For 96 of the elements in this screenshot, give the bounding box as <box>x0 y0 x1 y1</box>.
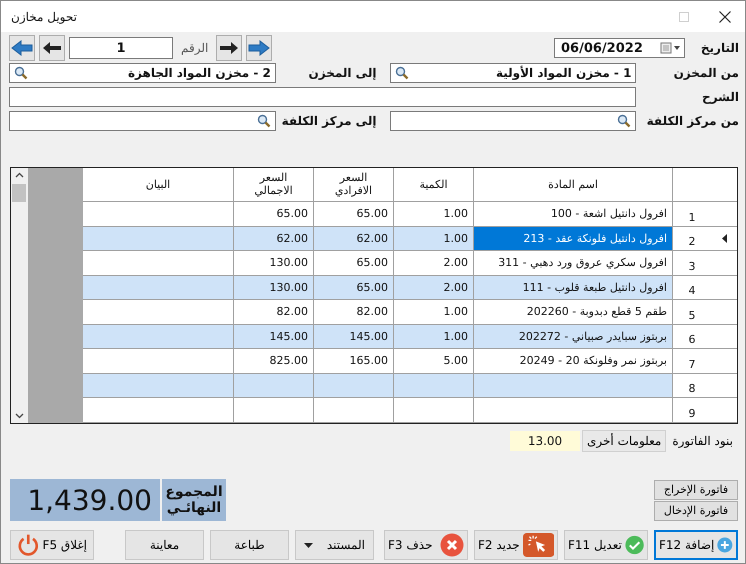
row-number: 4 <box>688 284 696 297</box>
table-cell: 1.00 <box>444 330 468 343</box>
table-cell: 65.00 <box>356 207 388 220</box>
table-cell: 2.00 <box>444 280 468 294</box>
table-row[interactable]: 8 <box>83 374 737 398</box>
tab[interactable]: معلومات أخرى <box>582 430 666 452</box>
row-number: 6 <box>688 333 696 346</box>
table-cell: 165.00 <box>350 354 388 368</box>
action-button[interactable]: حذف F3 <box>384 530 468 560</box>
field-label: إلى المخزن <box>307 66 378 80</box>
column-header: السعر الافرادي <box>314 168 394 201</box>
row-number: 3 <box>688 260 696 272</box>
table-cell: 2.00 <box>444 256 468 270</box>
date-field[interactable]: 06/06/2022 <box>554 38 685 58</box>
column-header: السعر الاجمالي <box>234 168 314 201</box>
table-cell: 65.00 <box>276 207 308 220</box>
calendar-dropdown-icon[interactable] <box>660 42 682 54</box>
row-number: 8 <box>688 382 696 395</box>
table-cell: 65.00 <box>356 256 388 270</box>
table-cell: 111 - افرول دانتيل طبعة قلوب <box>522 280 667 294</box>
lookup-field[interactable]: 1 - مخزن المواد الأولية <box>390 62 636 82</box>
nav-button[interactable] <box>39 35 65 61</box>
row-number: 1 <box>688 210 696 224</box>
action-button[interactable]: طباعة <box>210 530 289 560</box>
table-cell: 1.00 <box>444 305 468 318</box>
table-cell: 202260 - طقم 5 قطع دبدوبة <box>526 305 667 318</box>
arrow-left-icon <box>11 40 33 56</box>
table-cell: 82.00 <box>276 305 308 318</box>
table-cell: 202272 - بربتوز سبايدر صبياني <box>518 330 667 343</box>
table-cell: 20249 - بربتوز نمر وفلونكة 20 <box>520 354 667 368</box>
chevron-down-icon[interactable] <box>14 413 24 419</box>
table-cell: 1.00 <box>444 207 468 220</box>
nav-button[interactable] <box>246 35 272 61</box>
table-cell: 62.00 <box>356 232 388 245</box>
close-icon[interactable] <box>719 10 731 22</box>
row-indicator-icon <box>722 234 726 243</box>
row-number: 5 <box>688 308 696 322</box>
scrollbar[interactable] <box>11 168 28 423</box>
caret-icon <box>304 542 313 548</box>
total-label: المجموع النهائـي <box>162 479 226 521</box>
count-field: 13.00 <box>510 431 580 451</box>
total-value: 1,439.00 <box>10 479 160 521</box>
arrow-right-icon <box>219 41 240 55</box>
table-row[interactable]: 9 <box>83 398 737 422</box>
action-button[interactable]: المستند <box>295 530 374 560</box>
table-cell: 1.00 <box>444 232 468 245</box>
action-button[interactable]: تعديل F11 <box>564 530 648 560</box>
lookup-field[interactable]: 2 - مخزن المواد الجاهزة <box>9 62 276 82</box>
scrollbar-thumb[interactable] <box>12 184 26 202</box>
table-cell: 130.00 <box>270 280 308 294</box>
action-button[interactable]: معاينة <box>125 530 204 560</box>
table-cell: 145.00 <box>270 330 308 343</box>
power-icon <box>17 533 40 557</box>
search-icon <box>395 66 410 80</box>
pointer-click-icon <box>522 532 554 558</box>
table-cell: 145.00 <box>350 330 388 343</box>
invoice-button[interactable]: فاتورة الإدخال <box>654 500 738 520</box>
field-label: من المخزن <box>672 66 739 80</box>
table-cell: 825.00 <box>270 354 308 368</box>
action-button[interactable]: إضافة F12 <box>654 530 738 560</box>
action-button[interactable]: جديد F2 <box>474 530 558 560</box>
search-icon <box>14 66 28 80</box>
action-button[interactable]: إغلاق F5 <box>10 530 94 560</box>
number-field[interactable]: 1 <box>69 37 173 59</box>
invoice-button[interactable]: فاتورة الإخراج <box>654 480 738 500</box>
description-field[interactable] <box>9 86 636 106</box>
table-cell: 100 - افرول دانتيل اشعة <box>550 207 667 220</box>
field-label: إلى مركز الكلفة <box>280 114 378 128</box>
nav-button[interactable] <box>9 35 35 61</box>
delete-icon <box>440 533 464 557</box>
window-title: تحويل مخازن <box>11 10 77 24</box>
table-cell: 311 - افرول سكري عروق ورد دهبي <box>498 256 667 270</box>
field-label: من مركز الكلفة <box>646 114 739 128</box>
table-cell: 130.00 <box>270 256 308 270</box>
number-label: الرقم <box>181 41 208 55</box>
selected-cell[interactable]: 213 - افرول دانتيل فلونكة عقد <box>474 226 673 250</box>
column-header: الكمية <box>394 168 474 201</box>
row-number: 9 <box>688 406 696 420</box>
table-cell: 65.00 <box>356 280 388 294</box>
lookup-field[interactable] <box>9 110 276 130</box>
table-cell: 5.00 <box>444 354 468 368</box>
date-label: التاريخ <box>700 41 739 55</box>
table-cell: 62.00 <box>276 232 308 245</box>
row-number: 2 <box>688 235 696 248</box>
row-number: 7 <box>688 358 696 370</box>
field-label: الشرح <box>701 90 739 104</box>
column-header: البيان <box>83 168 234 201</box>
arrow-right-icon <box>248 40 270 56</box>
check-icon <box>624 533 644 557</box>
lookup-field[interactable] <box>390 110 636 130</box>
table-cell: 82.00 <box>356 305 388 318</box>
arrow-left-icon <box>42 41 62 55</box>
nav-button[interactable] <box>216 35 242 61</box>
search-icon <box>617 114 632 128</box>
search-icon <box>256 114 271 128</box>
chevron-up-icon[interactable] <box>14 172 24 178</box>
